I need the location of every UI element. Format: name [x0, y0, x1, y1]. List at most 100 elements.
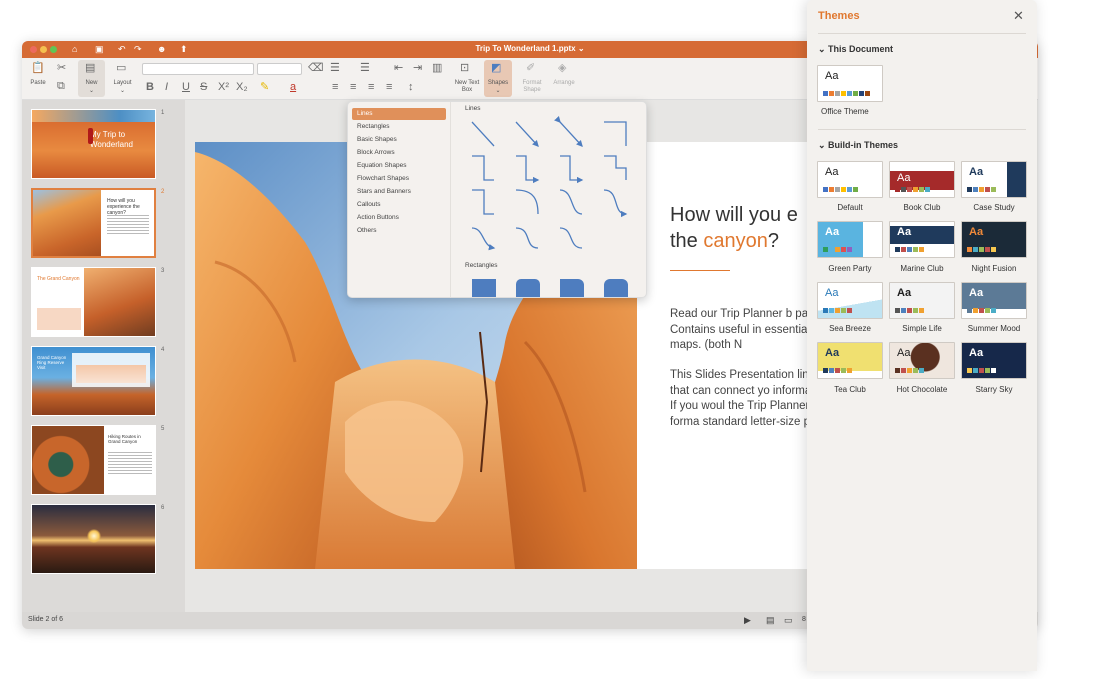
line-shape[interactable] — [471, 121, 495, 147]
shape-category-rectangles[interactable]: Rectangles — [352, 121, 446, 133]
cut-icon[interactable]: ✂ — [57, 62, 66, 74]
arrange-button[interactable]: ◈ Arrange — [548, 60, 580, 97]
theme-card-summer-mood[interactable]: Aa — [961, 282, 1027, 319]
align-center-icon[interactable]: ≡ — [350, 81, 356, 93]
view-icon[interactable]: ▭ — [784, 615, 793, 626]
snip-rectangle-shape[interactable] — [560, 279, 584, 297]
curved-connector-shape[interactable] — [515, 227, 539, 249]
layout-button[interactable]: ▭ Layout ⌄ — [109, 60, 136, 97]
theme-name: Case Study — [973, 203, 1015, 212]
curved-arrow-shape[interactable] — [603, 189, 628, 218]
build-in-themes-section[interactable]: ⌄ Build-in Themes — [818, 140, 898, 151]
slide-thumbnail-6[interactable] — [31, 504, 156, 574]
paste-icon[interactable]: 📋 — [31, 62, 45, 74]
slide-number: 3 — [161, 268, 165, 274]
themes-panel: Themes ✕ ⌄ This Document Aa Office Theme… — [807, 0, 1037, 671]
shape-category-others[interactable]: Others — [352, 225, 446, 237]
bold-icon[interactable]: B — [146, 81, 154, 93]
shape-category-list: Lines Rectangles Basic Shapes Block Arro… — [348, 102, 451, 297]
align-left-icon[interactable]: ≡ — [332, 81, 338, 93]
justify-icon[interactable]: ≡ — [386, 81, 392, 93]
paste-label[interactable]: Paste — [26, 80, 50, 87]
shape-category-block-arrows[interactable]: Block Arrows — [352, 147, 446, 159]
theme-card-hot-chocolate[interactable]: Aa — [889, 342, 955, 379]
curved-arrow-shape[interactable] — [471, 227, 496, 251]
numbering-icon[interactable]: ☰ — [360, 62, 370, 74]
font-family-select[interactable] — [142, 63, 254, 75]
slide-number: 2 — [161, 189, 165, 195]
indent-decrease-icon[interactable]: ⇤ — [394, 62, 403, 74]
shape-category-flowchart-shapes[interactable]: Flowchart Shapes — [352, 173, 446, 185]
columns-icon[interactable]: ▥ — [432, 62, 442, 74]
curved-connector-shape[interactable] — [559, 227, 583, 249]
superscript-icon[interactable]: X² — [218, 81, 229, 93]
clear-format-icon[interactable]: ⌫ — [308, 62, 324, 74]
align-right-icon[interactable]: ≡ — [368, 81, 374, 93]
slide-thumbnail-4[interactable]: Grand Canyon Ring Reserve Visit — [31, 346, 156, 416]
curved-connector-shape[interactable] — [559, 189, 583, 215]
indent-increase-icon[interactable]: ⇥ — [413, 62, 422, 74]
shapes-dropdown: Lines Rectangles Basic Shapes Block Arro… — [347, 101, 647, 298]
bullets-icon[interactable]: ☰ — [330, 62, 340, 74]
new-text-box-button[interactable]: ⊡ New Text Box — [450, 60, 484, 97]
shape-category-equation-shapes[interactable]: Equation Shapes — [352, 160, 446, 172]
elbow-arrow-shape[interactable] — [516, 155, 540, 184]
theme-card-default[interactable]: Aa — [817, 161, 883, 198]
notes-icon[interactable]: ▤ — [766, 615, 775, 626]
theme-name: Green Party — [828, 264, 872, 273]
theme-card-sea-breeze[interactable]: Aa — [817, 282, 883, 319]
theme-card-green-party[interactable]: Aa — [817, 221, 883, 258]
shape-category-basic-shapes[interactable]: Basic Shapes — [352, 134, 446, 146]
shape-category-callouts[interactable]: Callouts — [352, 199, 446, 211]
elbow-connector-shape[interactable] — [472, 189, 494, 215]
shapes-button[interactable]: ◩ Shapes ⌄ — [484, 60, 512, 97]
this-document-section[interactable]: ⌄ This Document — [818, 44, 893, 55]
new-slide-button[interactable]: ▤ New ⌄ — [78, 60, 105, 97]
round-same-side-rectangle-shape[interactable] — [604, 279, 628, 297]
theme-card-book-club[interactable]: Aa — [889, 161, 955, 198]
theme-card-case-study[interactable]: Aa — [961, 161, 1027, 198]
theme-card-simple-life[interactable]: Aa — [889, 282, 955, 319]
line-shapes-grid — [471, 116, 628, 251]
double-arrow-shape[interactable] — [554, 116, 583, 147]
arrow-shape[interactable] — [515, 121, 539, 147]
font-color-icon[interactable]: a — [290, 81, 296, 93]
theme-name: Office Theme — [821, 107, 869, 116]
theme-card-night-fusion[interactable]: Aa — [961, 221, 1027, 258]
underline-icon[interactable]: U — [182, 81, 190, 93]
curved-connector-shape[interactable] — [515, 189, 539, 215]
slide-thumbnail-1[interactable]: My Trip to Wonderland — [31, 109, 156, 179]
highlight-icon[interactable]: ✎ — [260, 81, 269, 93]
zoom-level[interactable]: 8 — [802, 616, 806, 623]
slide-thumbnail-5[interactable]: Hiking Routes in Grand Canyon — [31, 425, 156, 495]
play-icon[interactable]: ▶ — [744, 615, 751, 626]
elbow-connector-shape[interactable] — [604, 155, 627, 180]
subscript-icon[interactable]: X₂ — [236, 81, 248, 93]
title-divider — [670, 270, 730, 271]
strikethrough-icon[interactable]: S — [200, 81, 207, 93]
elbow-double-arrow-shape[interactable] — [560, 155, 584, 184]
theme-card-starry-sky[interactable]: Aa — [961, 342, 1027, 379]
italic-icon[interactable]: I — [165, 81, 168, 93]
theme-card-marine-club[interactable]: Aa — [889, 221, 955, 258]
elbow-connector-shape[interactable] — [604, 121, 627, 146]
font-size-select[interactable] — [257, 63, 302, 75]
shape-category-action-buttons[interactable]: Action Buttons — [352, 212, 446, 224]
format-shape-button[interactable]: ✐ Format Shape — [516, 60, 548, 97]
theme-card-office[interactable]: Aa — [817, 65, 883, 102]
divider — [818, 129, 1026, 130]
rectangle-shape[interactable] — [472, 279, 496, 297]
rounded-rectangle-shape[interactable] — [516, 279, 540, 297]
elbow-connector-shape[interactable] — [472, 155, 494, 181]
section-rectangles-label: Rectangles — [465, 262, 498, 269]
theme-card-tea-club[interactable]: Aa — [817, 342, 883, 379]
shape-category-lines[interactable]: Lines — [352, 108, 446, 120]
slide-thumbnail-3[interactable]: The Grand Canyon — [31, 267, 156, 337]
copy-icon[interactable]: ⧉ — [57, 80, 65, 92]
shape-category-stars-and-banners[interactable]: Stars and Banners — [352, 186, 446, 198]
line-spacing-icon[interactable]: ↕ — [408, 81, 414, 93]
slide-number: 6 — [161, 505, 165, 511]
close-icon[interactable]: ✕ — [1013, 8, 1024, 24]
theme-name: Default — [837, 203, 863, 212]
slide-thumbnail-2[interactable]: How will you experience the canyon? — [31, 188, 156, 258]
